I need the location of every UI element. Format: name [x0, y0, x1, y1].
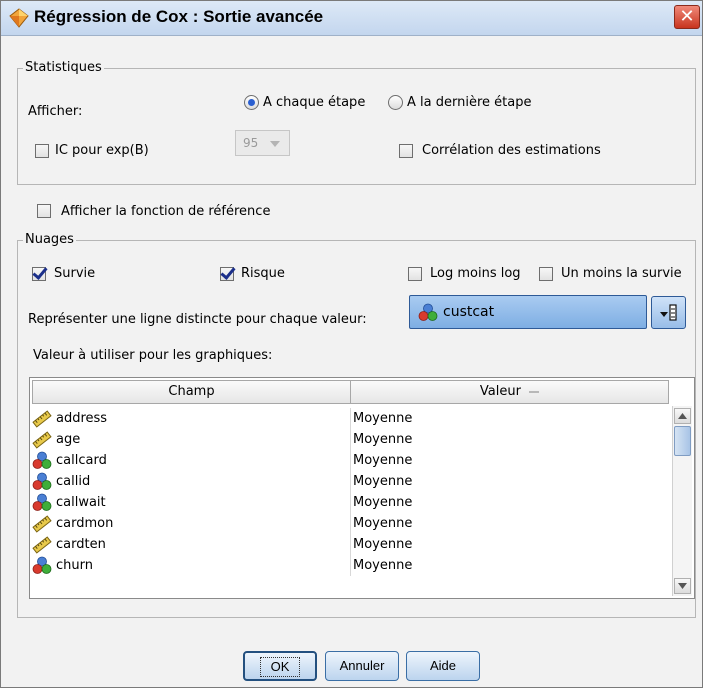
- ruler-icon: [32, 409, 52, 428]
- cancel-button[interactable]: Annuler: [325, 651, 399, 681]
- row-field-name: callwait: [56, 495, 106, 510]
- row-field-name: cardten: [56, 537, 106, 552]
- table-row[interactable]: callwait Moyenne: [32, 492, 669, 513]
- ci-checkbox[interactable]: [35, 144, 49, 158]
- log-minus-log-checkbox[interactable]: [408, 267, 422, 281]
- ci-level-spinner: 95: [235, 130, 290, 156]
- row-field-name: callid: [56, 474, 91, 489]
- row-value[interactable]: Moyenne: [353, 516, 412, 531]
- table-row[interactable]: cardmon Moyenne: [32, 513, 669, 534]
- field-picker-icon: [660, 304, 677, 321]
- ci-level-value: 95: [243, 136, 259, 150]
- row-value[interactable]: Moyenne: [353, 537, 412, 552]
- separate-line-field-select[interactable]: custcat: [409, 295, 647, 329]
- display-label: Afficher:: [28, 104, 83, 119]
- radio-last-step-label[interactable]: A la dernière étape: [407, 95, 531, 110]
- correlation-checkbox-label[interactable]: Corrélation des estimations: [422, 143, 601, 158]
- ok-button[interactable]: OK: [243, 651, 317, 681]
- column-header-value[interactable]: Valeur: [350, 380, 669, 404]
- chevron-up-icon: [678, 413, 687, 419]
- column-header-field[interactable]: Champ: [32, 380, 351, 404]
- scroll-up-button[interactable]: [674, 408, 691, 424]
- baseline-checkbox[interactable]: [37, 204, 51, 218]
- nominal-icon: [32, 472, 52, 491]
- values-for-plots-label: Valeur à utiliser pour les graphiques:: [33, 348, 273, 363]
- table-row[interactable]: churn Moyenne: [32, 555, 669, 576]
- statistics-group-label: Statistiques: [23, 60, 104, 75]
- row-value[interactable]: Moyenne: [353, 558, 412, 573]
- nominal-icon: [32, 556, 52, 575]
- table-row[interactable]: cardten Moyenne: [32, 534, 669, 555]
- dialog-title: Régression de Cox : Sortie avancée: [34, 7, 324, 26]
- survival-checkbox[interactable]: [32, 267, 46, 281]
- nominal-icon: [32, 493, 52, 512]
- ruler-icon: [32, 514, 52, 533]
- separate-line-label: Représenter une ligne distincte pour cha…: [28, 312, 367, 327]
- log-minus-log-label[interactable]: Log moins log: [430, 266, 521, 281]
- close-icon: ✕: [679, 6, 695, 27]
- row-field-name: callcard: [56, 453, 107, 468]
- table-scrollbar[interactable]: [672, 406, 692, 596]
- help-button[interactable]: Aide: [406, 651, 480, 681]
- hazard-checkbox[interactable]: [220, 267, 234, 281]
- table-row[interactable]: callid Moyenne: [32, 471, 669, 492]
- one-minus-survival-checkbox[interactable]: [539, 267, 553, 281]
- ruler-icon: [32, 535, 52, 554]
- close-button[interactable]: ✕: [674, 5, 700, 29]
- row-value[interactable]: Moyenne: [353, 453, 412, 468]
- radio-each-step-label[interactable]: A chaque étape: [263, 95, 365, 110]
- sort-indicator-icon: [529, 391, 540, 393]
- table-row[interactable]: callcard Moyenne: [32, 450, 669, 471]
- table-row[interactable]: age Moyenne: [32, 429, 669, 450]
- baseline-checkbox-label[interactable]: Afficher la fonction de référence: [61, 204, 270, 219]
- row-value[interactable]: Moyenne: [353, 411, 412, 426]
- correlation-checkbox[interactable]: [399, 144, 413, 158]
- column-header-value-label: Valeur: [479, 384, 521, 399]
- field-picker-button[interactable]: [651, 296, 686, 329]
- row-value[interactable]: Moyenne: [353, 495, 412, 510]
- plots-group-label: Nuages: [23, 232, 76, 247]
- nominal-icon: [32, 451, 52, 470]
- row-value[interactable]: Moyenne: [353, 432, 412, 447]
- row-field-name: churn: [56, 558, 93, 573]
- scroll-down-button[interactable]: [674, 578, 691, 594]
- radio-each-step[interactable]: [244, 95, 259, 110]
- hazard-checkbox-label[interactable]: Risque: [241, 266, 285, 281]
- row-field-name: age: [56, 432, 81, 447]
- row-field-name: cardmon: [56, 516, 114, 531]
- radio-last-step[interactable]: [388, 95, 403, 110]
- ok-button-label: OK: [259, 657, 301, 677]
- ci-checkbox-label[interactable]: IC pour exp(B): [55, 143, 149, 158]
- survival-checkbox-label[interactable]: Survie: [54, 266, 95, 281]
- app-diamond-icon: [9, 8, 29, 28]
- one-minus-survival-label[interactable]: Un moins la survie: [561, 266, 682, 281]
- scroll-thumb[interactable]: [674, 426, 691, 456]
- nominal-icon: [418, 303, 438, 322]
- title-bar: Régression de Cox : Sortie avancée ✕: [1, 1, 702, 36]
- dialog-window: Régression de Cox : Sortie avancée ✕ Sta…: [0, 0, 703, 688]
- ruler-icon: [32, 430, 52, 449]
- row-field-name: address: [56, 411, 108, 426]
- separate-line-field-value: custcat: [443, 304, 495, 320]
- row-value[interactable]: Moyenne: [353, 474, 412, 489]
- table-row[interactable]: address Moyenne: [32, 408, 669, 429]
- chevron-down-icon: [270, 141, 280, 147]
- statistics-group: Statistiques: [17, 60, 696, 185]
- chevron-down-icon: [678, 583, 687, 589]
- values-table: Champ Valeur address Moyenne age Moyenne…: [29, 377, 695, 599]
